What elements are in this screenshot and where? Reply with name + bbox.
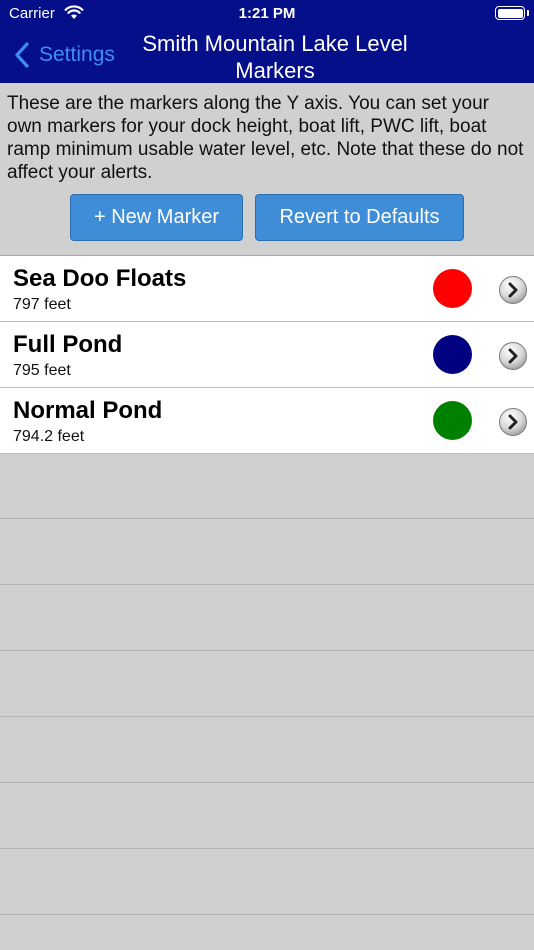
marker-row[interactable]: Normal Pond 794.2 feet bbox=[0, 388, 534, 454]
marker-level: 797 feet bbox=[13, 296, 71, 313]
marker-level: 795 feet bbox=[13, 362, 71, 379]
marker-list: Sea Doo Floats 797 feet Full Pond 795 fe… bbox=[0, 255, 534, 454]
battery-level bbox=[497, 8, 523, 18]
marker-color-swatch bbox=[433, 335, 472, 374]
row-separator bbox=[0, 782, 534, 783]
chevron-right-icon[interactable] bbox=[498, 341, 528, 371]
intro-panel: These are the markers along the Y axis. … bbox=[0, 83, 534, 255]
battery-icon bbox=[495, 6, 525, 20]
row-separator bbox=[0, 650, 534, 651]
marker-color-swatch bbox=[433, 269, 472, 308]
clock: 1:21 PM bbox=[238, 5, 296, 22]
back-button[interactable]: Settings bbox=[14, 38, 115, 72]
row-separator bbox=[0, 518, 534, 519]
chevron-left-icon bbox=[15, 42, 29, 68]
row-separator bbox=[0, 914, 534, 915]
marker-name: Normal Pond bbox=[13, 397, 163, 424]
chevron-right-icon[interactable] bbox=[498, 407, 528, 437]
revert-to-defaults-button[interactable]: Revert to Defaults bbox=[255, 194, 464, 241]
marker-row[interactable]: Sea Doo Floats 797 feet bbox=[0, 256, 534, 322]
battery-tip bbox=[527, 10, 529, 16]
page-title: Smith Mountain Lake Level Markers bbox=[142, 31, 408, 83]
navigation-header: Carrier 1:21 PM Settings Smith Mountain … bbox=[0, 0, 534, 83]
row-separator bbox=[0, 848, 534, 849]
marker-row[interactable]: Full Pond 795 feet bbox=[0, 322, 534, 388]
empty-table-area bbox=[0, 454, 534, 950]
row-separator bbox=[0, 716, 534, 717]
intro-text: These are the markers along the Y axis. … bbox=[7, 93, 524, 183]
marker-color-swatch bbox=[433, 401, 472, 440]
back-button-label: Settings bbox=[39, 43, 115, 66]
status-bar: Carrier 1:21 PM bbox=[0, 0, 534, 28]
chevron-right-icon[interactable] bbox=[498, 275, 528, 305]
marker-name: Sea Doo Floats bbox=[13, 265, 187, 292]
row-separator bbox=[0, 584, 534, 585]
new-marker-button[interactable]: + New Marker bbox=[70, 194, 243, 241]
marker-level: 794.2 feet bbox=[13, 428, 85, 445]
marker-name: Full Pond bbox=[13, 331, 123, 358]
